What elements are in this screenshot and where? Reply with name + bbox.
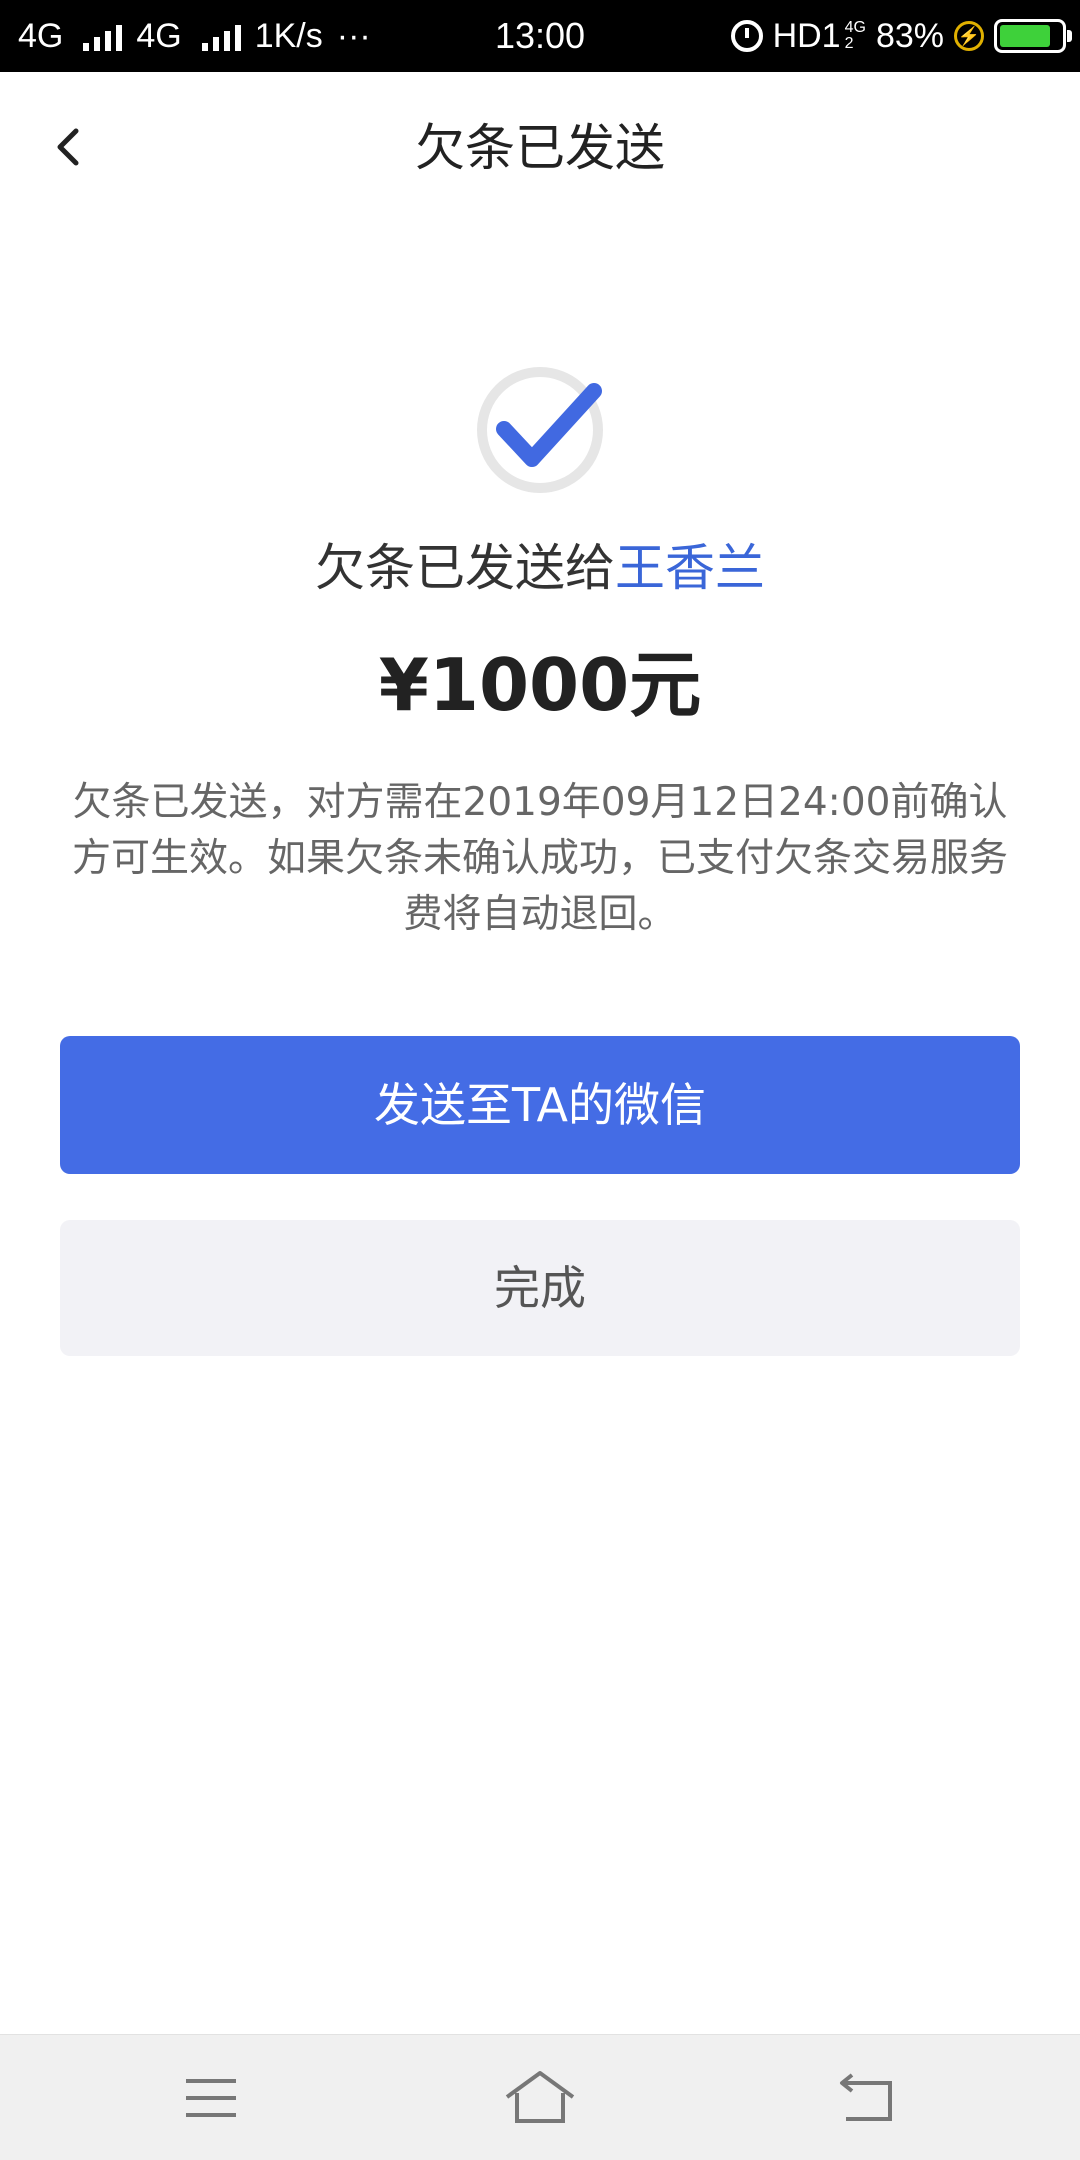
menu-icon [186, 2079, 236, 2117]
loan-amount: ¥1000元 [378, 643, 702, 727]
description-text: 欠条已发送，对方需在2019年09月12日24:00前确认方可生效。如果欠条未确… [71, 780, 1008, 937]
send-to-wechat-button[interactable]: 发送至TA的微信 [60, 1036, 1020, 1174]
header: 欠条已发送 [0, 72, 1080, 222]
sent-message: 欠条已发送给王香兰 [0, 532, 1080, 604]
done-button[interactable]: 完成 [60, 1220, 1020, 1356]
home-icon [505, 2071, 575, 2123]
page: 4G 4G 1K/s ··· 13:00 HD1 4G 2 83% ⚡ 欠条已发 [0, 0, 1080, 2160]
alarm-icon [730, 20, 763, 52]
system-nav-bar [0, 2034, 1080, 2160]
battery-fill [1000, 25, 1050, 47]
system-back-button[interactable] [822, 2063, 912, 2133]
menu-button[interactable] [166, 2063, 256, 2133]
check-circle-icon [470, 355, 620, 505]
home-button[interactable] [495, 2063, 585, 2133]
back-icon [840, 2073, 892, 2121]
charging-icon: ⚡ [954, 21, 984, 51]
battery-percent: 83% [875, 17, 944, 55]
status-right: HD1 4G 2 83% ⚡ [730, 14, 1072, 58]
small-network-icon: 4G 2 [845, 20, 866, 52]
hd-indicator: HD1 [772, 17, 841, 55]
battery-icon [994, 19, 1072, 53]
small-network-sub: 2 [844, 35, 854, 52]
small-network-label: 4G [844, 19, 866, 36]
recipient-name: 王香兰 [615, 539, 765, 597]
sent-prefix: 欠条已发送给 [315, 539, 615, 597]
page-title: 欠条已发送 [415, 119, 665, 177]
status-bar: 4G 4G 1K/s ··· 13:00 HD1 4G 2 83% ⚡ [0, 0, 1080, 72]
